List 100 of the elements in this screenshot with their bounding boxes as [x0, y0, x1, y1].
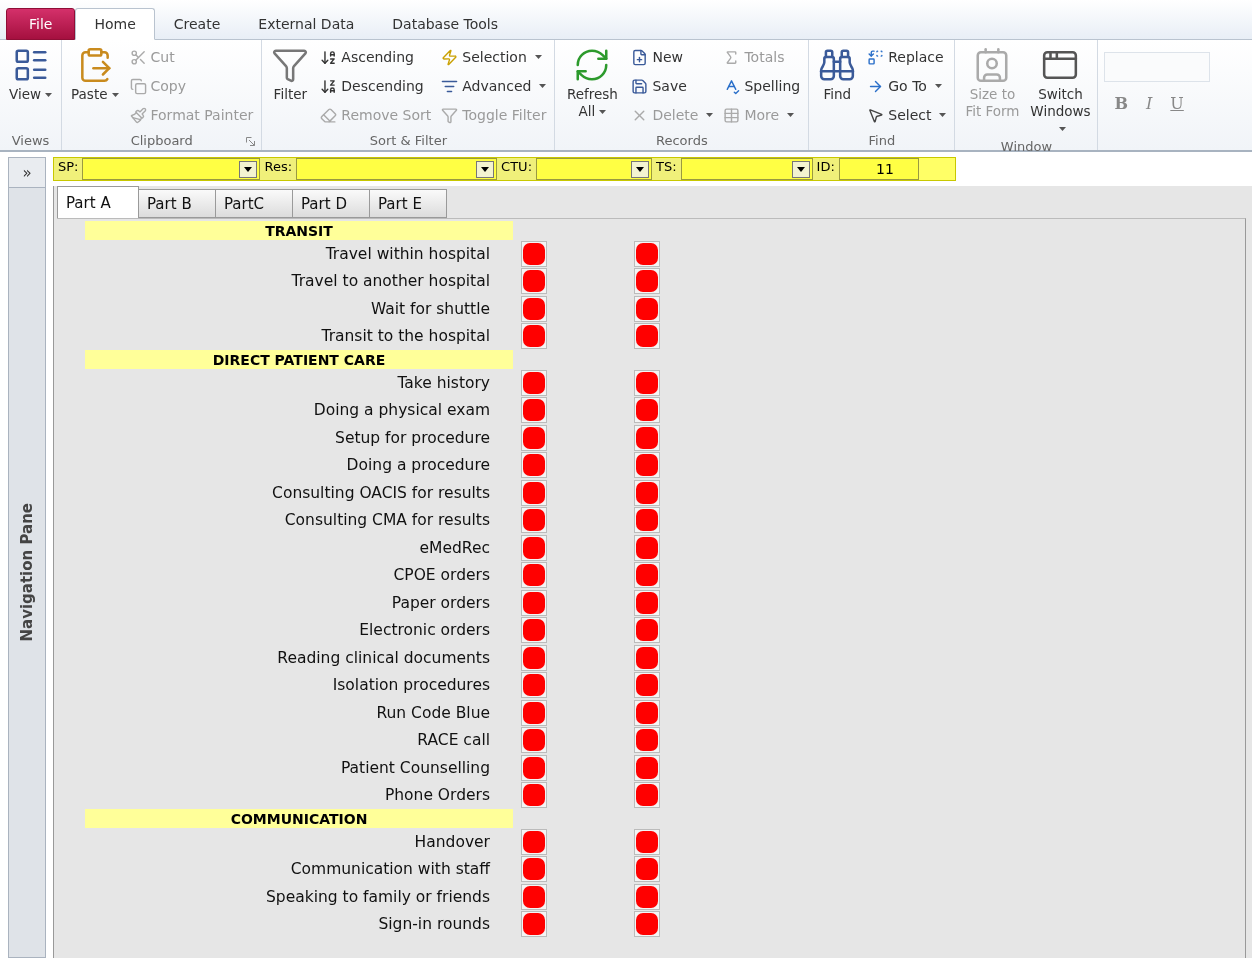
form-tab[interactable]: Part E	[369, 189, 447, 218]
caret-icon	[1058, 127, 1066, 131]
ribbon-button[interactable]: Spelling	[721, 73, 803, 99]
toggle-button[interactable]	[521, 452, 547, 479]
toggle-button[interactable]	[634, 754, 660, 781]
ribbon-button[interactable]: Save	[629, 73, 716, 99]
activity-label: Phone Orders	[383, 786, 490, 805]
toggle-button[interactable]	[634, 369, 660, 396]
toggle-button[interactable]	[634, 268, 660, 295]
ribbon-button[interactable]: Replace	[865, 44, 949, 70]
activity-label: Run Code Blue	[375, 703, 490, 722]
activity-label: Doing a procedure	[345, 456, 490, 475]
dropdown-button[interactable]	[631, 160, 649, 178]
file-tab[interactable]: File	[6, 8, 76, 40]
toggle-button[interactable]	[634, 883, 660, 910]
ribbon-button[interactable]: Paste	[68, 44, 122, 130]
ribbon-button[interactable]: New	[629, 44, 716, 70]
toggle-button[interactable]	[634, 672, 660, 699]
toggle-button[interactable]	[521, 883, 547, 910]
toggle-button[interactable]	[634, 617, 660, 644]
paintbrush-icon	[129, 106, 147, 124]
ribbon-button[interactable]: Go To	[865, 73, 949, 99]
toggle-button[interactable]	[521, 644, 547, 671]
toggle-button[interactable]	[634, 856, 660, 883]
toggle-button[interactable]	[634, 295, 660, 322]
toggle-button[interactable]	[634, 240, 660, 267]
ribbon-button[interactable]: Select	[865, 102, 949, 128]
group-label: Sort & Filter	[369, 132, 447, 148]
toggle-button[interactable]	[521, 754, 547, 781]
toggle-button[interactable]	[521, 323, 547, 350]
toggle-button[interactable]	[521, 240, 547, 267]
ribbon-button[interactable]: Filter	[268, 44, 313, 130]
toggle-button[interactable]	[521, 672, 547, 699]
toggle-button[interactable]	[521, 856, 547, 883]
toggle-button[interactable]	[634, 699, 660, 726]
toggle-button[interactable]	[634, 727, 660, 754]
toggle-button[interactable]	[521, 727, 547, 754]
caret-icon	[599, 110, 607, 114]
toggle-button[interactable]	[634, 424, 660, 451]
toggle-button[interactable]	[634, 782, 660, 809]
activity-label: Isolation procedures	[331, 676, 490, 695]
toggle-button[interactable]	[521, 268, 547, 295]
toggle-button[interactable]	[521, 562, 547, 589]
eraser-icon	[320, 106, 338, 124]
toggle-button[interactable]	[634, 589, 660, 616]
toggle-button[interactable]	[634, 397, 660, 424]
toggle-button[interactable]	[634, 479, 660, 506]
field-label: ID:	[812, 158, 839, 180]
toggle-button[interactable]	[634, 644, 660, 671]
ribbon-button[interactable]: Ascending	[318, 44, 434, 70]
ribbon-tab[interactable]: Database Tools	[373, 8, 518, 40]
toggle-button[interactable]	[521, 534, 547, 561]
toggle-button[interactable]	[521, 397, 547, 424]
form-tab[interactable]: Part A	[57, 186, 139, 218]
toggle-button[interactable]	[521, 617, 547, 644]
activity-label: Setup for procedure	[334, 428, 490, 447]
combo-box[interactable]	[82, 158, 261, 180]
expand-button[interactable]: »	[9, 158, 45, 188]
dropdown-button[interactable]	[476, 160, 495, 178]
toggle-button[interactable]	[634, 562, 660, 589]
combo-box[interactable]	[536, 158, 652, 180]
dropdown-button[interactable]	[791, 160, 810, 178]
toggle-button[interactable]	[521, 911, 547, 938]
ribbon-button[interactable]: Switch Windows	[1029, 44, 1092, 139]
form-tab[interactable]: Part D	[292, 189, 370, 218]
activity-label: CPOE orders	[392, 566, 490, 585]
dropdown-button[interactable]	[239, 160, 258, 178]
toggle-button[interactable]	[634, 911, 660, 938]
ribbon-tab[interactable]: Home	[75, 8, 155, 40]
toggle-button[interactable]	[521, 589, 547, 616]
toggle-button[interactable]	[634, 452, 660, 479]
id-field[interactable]: 11	[838, 158, 919, 180]
font-field[interactable]	[1104, 52, 1211, 82]
ribbon-button[interactable]: Refresh All	[561, 44, 624, 130]
toggle-button[interactable]	[521, 424, 547, 451]
toggle-button[interactable]	[521, 369, 547, 396]
toggle-button[interactable]	[521, 699, 547, 726]
toggle-button[interactable]	[521, 479, 547, 506]
toggle-button[interactable]	[521, 782, 547, 809]
toggle-button[interactable]	[521, 507, 547, 534]
toggle-button[interactable]	[634, 323, 660, 350]
toggle-button[interactable]	[634, 507, 660, 534]
toggle-button[interactable]	[521, 828, 547, 855]
form-tab[interactable]: Part B	[138, 189, 216, 218]
toggle-button[interactable]	[521, 295, 547, 322]
form-tab[interactable]: PartC	[215, 189, 293, 218]
dialog-launcher-icon[interactable]	[246, 137, 256, 146]
section-header: TRANSIT	[85, 221, 513, 240]
toggle-button[interactable]	[634, 534, 660, 561]
ribbon-button[interactable]: Advanced	[439, 73, 549, 99]
activity-label: Wait for shuttle	[369, 299, 490, 318]
ribbon-button[interactable]: Descending	[318, 73, 434, 99]
binoculars-icon	[818, 46, 857, 84]
ribbon-tab[interactable]: External Data	[239, 8, 374, 40]
ribbon-tab[interactable]: Create	[154, 8, 240, 40]
ribbon-button[interactable]: Selection	[439, 44, 549, 70]
ribbon-button[interactable]: Find	[815, 44, 860, 130]
toggle-button[interactable]	[634, 828, 660, 855]
ribbon-button[interactable]: View	[6, 44, 56, 130]
combo-box[interactable]	[680, 158, 813, 180]
